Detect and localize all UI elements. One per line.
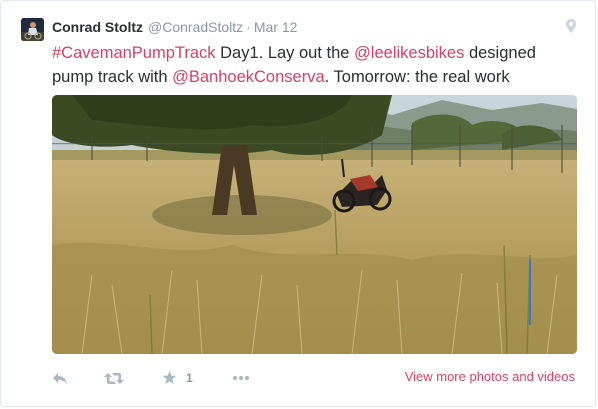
tweet-text: #CavemanPumpTrack Day1. Lay out the @lee… bbox=[52, 41, 572, 89]
more-dots-icon bbox=[233, 376, 249, 380]
reply-icon bbox=[53, 372, 67, 384]
hashtag-link[interactable]: #CavemanPumpTrack bbox=[52, 44, 216, 62]
mention-link[interactable]: @leelikesbikes bbox=[354, 44, 464, 62]
author-name[interactable]: Conrad Stoltz bbox=[52, 18, 143, 36]
tweet-card[interactable]: Conrad Stoltz @ConradStoltz · Mar 12 #Ca… bbox=[0, 0, 596, 407]
separator-dot: · bbox=[246, 19, 251, 35]
tweet-header: Conrad Stoltz @ConradStoltz · Mar 12 bbox=[52, 18, 297, 38]
author-handle[interactable]: @ConradStoltz bbox=[148, 18, 243, 36]
tweet-timestamp[interactable]: Mar 12 bbox=[254, 18, 298, 36]
mention-link[interactable]: @BanhoekConserva bbox=[172, 68, 325, 86]
tweet-photo[interactable] bbox=[52, 95, 577, 354]
tweet-actions: 1 bbox=[52, 368, 250, 388]
retweet-button[interactable] bbox=[104, 372, 162, 385]
tweet-text-segment: Day1. Lay out the bbox=[215, 44, 355, 62]
view-more-photos-link[interactable]: View more photos and videos bbox=[405, 369, 575, 385]
star-icon bbox=[162, 371, 177, 384]
avatar[interactable] bbox=[21, 18, 44, 41]
reply-button[interactable] bbox=[52, 372, 92, 385]
more-button[interactable] bbox=[232, 375, 250, 381]
location-pin-icon[interactable] bbox=[566, 19, 576, 38]
favorite-count: 1 bbox=[186, 371, 193, 385]
tweet-text-segment: . Tomorrow: the real work bbox=[324, 68, 510, 86]
retweet-icon bbox=[104, 372, 124, 384]
favorite-button[interactable]: 1 bbox=[162, 371, 232, 385]
